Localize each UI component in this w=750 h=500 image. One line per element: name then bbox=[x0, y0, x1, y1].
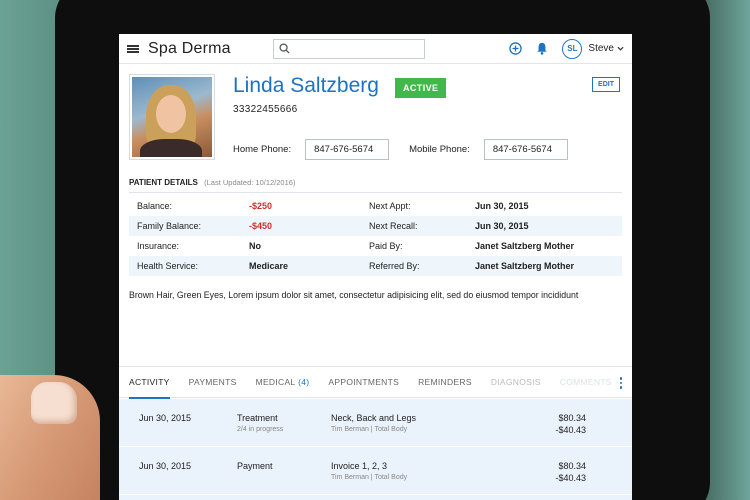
detail-label: Referred By: bbox=[369, 261, 420, 271]
last-updated: (Last Updated: 10/12/2016) bbox=[204, 178, 296, 187]
activity-type: Treatment bbox=[237, 413, 278, 423]
detail-value: Jun 30, 2015 bbox=[475, 201, 529, 211]
patient-header: Linda Saltzberg ACTIVE EDIT 33322455666 … bbox=[119, 64, 632, 174]
detail-label: Family Balance: bbox=[137, 221, 202, 231]
activity-provider: Tim Berman | Total Body bbox=[331, 474, 408, 481]
phone-row: Home Phone: 847-676-5674 Mobile Phone: 8… bbox=[233, 139, 568, 160]
detail-value: -$250 bbox=[249, 201, 273, 211]
activity-amount-negative: -$40.43 bbox=[555, 425, 586, 435]
tab-medical-count: (4) bbox=[298, 377, 310, 387]
user-menu[interactable]: Steve bbox=[588, 43, 624, 54]
patient-photo bbox=[129, 74, 215, 160]
activity-list: Jun 30, 2015 Treatment 2/4 in progress N… bbox=[119, 399, 632, 500]
activity-amount: $80.34 bbox=[558, 461, 586, 471]
mobile-phone-label: Mobile Phone: bbox=[409, 144, 470, 155]
tab-diagnosis[interactable]: DIAGNOSIS bbox=[491, 366, 541, 398]
tab-appointments[interactable]: APPOINTMENTS bbox=[328, 366, 399, 398]
patient-id: 33322455666 bbox=[233, 104, 298, 115]
hamburger-menu-icon[interactable] bbox=[127, 43, 139, 55]
bell-icon[interactable] bbox=[536, 42, 548, 55]
chevron-down-icon bbox=[617, 46, 624, 51]
details-grid: Balance: -$250 Next Appt: Jun 30, 2015 F… bbox=[129, 196, 622, 276]
detail-label: Next Appt: bbox=[369, 201, 411, 211]
search-icon bbox=[279, 43, 290, 54]
add-circle-icon[interactable] bbox=[509, 42, 523, 55]
activity-provider: Tim Berman | Total Body bbox=[331, 426, 408, 433]
patient-name: Linda Saltzberg bbox=[233, 74, 379, 97]
user-name: Steve bbox=[588, 43, 614, 54]
detail-label: Next Recall: bbox=[369, 221, 418, 231]
tab-medical-label: MEDICAL bbox=[255, 377, 296, 387]
tab-reminders[interactable]: REMINDERS bbox=[418, 366, 472, 398]
detail-label: Paid By: bbox=[369, 241, 403, 251]
activity-type: Payment bbox=[237, 461, 273, 471]
thumb-nail bbox=[31, 382, 77, 424]
app-screen: Spa Derma SL Steve Linda Saltzberg ACTIV… bbox=[119, 34, 632, 500]
patient-details-heading: PATIENT DETAILS (Last Updated: 10/12/201… bbox=[129, 174, 622, 193]
activity-amount-negative: -$40.43 bbox=[555, 473, 586, 483]
patient-description: Brown Hair, Green Eyes, Lorem ipsum dolo… bbox=[129, 290, 579, 300]
detail-label: Balance: bbox=[137, 201, 173, 211]
home-phone-label: Home Phone: bbox=[233, 144, 292, 155]
detail-value: Jun 30, 2015 bbox=[475, 221, 529, 231]
tab-activity[interactable]: ACTIVITY bbox=[129, 366, 170, 399]
tab-medical[interactable]: MEDICAL (4) bbox=[256, 366, 310, 398]
detail-value: Medicare bbox=[249, 261, 289, 271]
edit-button[interactable]: EDIT bbox=[592, 77, 620, 92]
detail-value: Janet Saltzberg Mother bbox=[475, 261, 575, 271]
activity-description: Neck, Back and Legs bbox=[331, 413, 417, 423]
tab-comments[interactable]: COMMENTS bbox=[560, 366, 612, 398]
app-title: Spa Derma bbox=[148, 39, 231, 57]
activity-date: Jun 30, 2015 bbox=[139, 461, 192, 471]
details-title: PATIENT DETAILS bbox=[129, 178, 198, 187]
activity-description: Invoice 1, 2, 3 bbox=[331, 461, 388, 471]
details-row: Health Service: Medicare Referred By: Ja… bbox=[129, 256, 622, 276]
activity-date: Jun 30, 2015 bbox=[139, 413, 192, 423]
home-phone-field[interactable]: 847-676-5674 bbox=[305, 139, 390, 160]
tab-bar: ACTIVITY PAYMENTS MEDICAL (4) APPOINTMEN… bbox=[119, 366, 632, 399]
detail-label: Insurance: bbox=[137, 241, 180, 251]
activity-amount: $80.34 bbox=[558, 413, 586, 423]
status-badge: ACTIVE bbox=[395, 78, 447, 98]
activity-row[interactable]: Jun 30, 2015 Treatment 2/4 in progress N… bbox=[119, 399, 632, 447]
detail-label: Health Service: bbox=[137, 261, 199, 271]
activity-row[interactable]: Jun 30, 2015 Payment Invoice 1, 2, 3 Tim… bbox=[119, 447, 632, 495]
more-options-icon[interactable] bbox=[619, 377, 622, 389]
details-row: Insurance: No Paid By: Janet Saltzberg M… bbox=[129, 236, 622, 256]
activity-status: 2/4 in progress bbox=[237, 426, 284, 433]
details-row: Balance: -$250 Next Appt: Jun 30, 2015 bbox=[129, 196, 622, 216]
user-avatar[interactable]: SL bbox=[562, 38, 583, 59]
tab-payments[interactable]: PAYMENTS bbox=[189, 366, 237, 398]
search-input[interactable] bbox=[272, 38, 425, 59]
detail-value: Janet Saltzberg Mother bbox=[475, 241, 575, 251]
mobile-phone-field[interactable]: 847-676-5674 bbox=[483, 139, 568, 160]
detail-value: -$450 bbox=[249, 221, 273, 231]
detail-value: No bbox=[249, 241, 261, 251]
details-row: Family Balance: -$450 Next Recall: Jun 3… bbox=[129, 216, 622, 236]
top-bar: Spa Derma SL Steve bbox=[119, 34, 632, 64]
